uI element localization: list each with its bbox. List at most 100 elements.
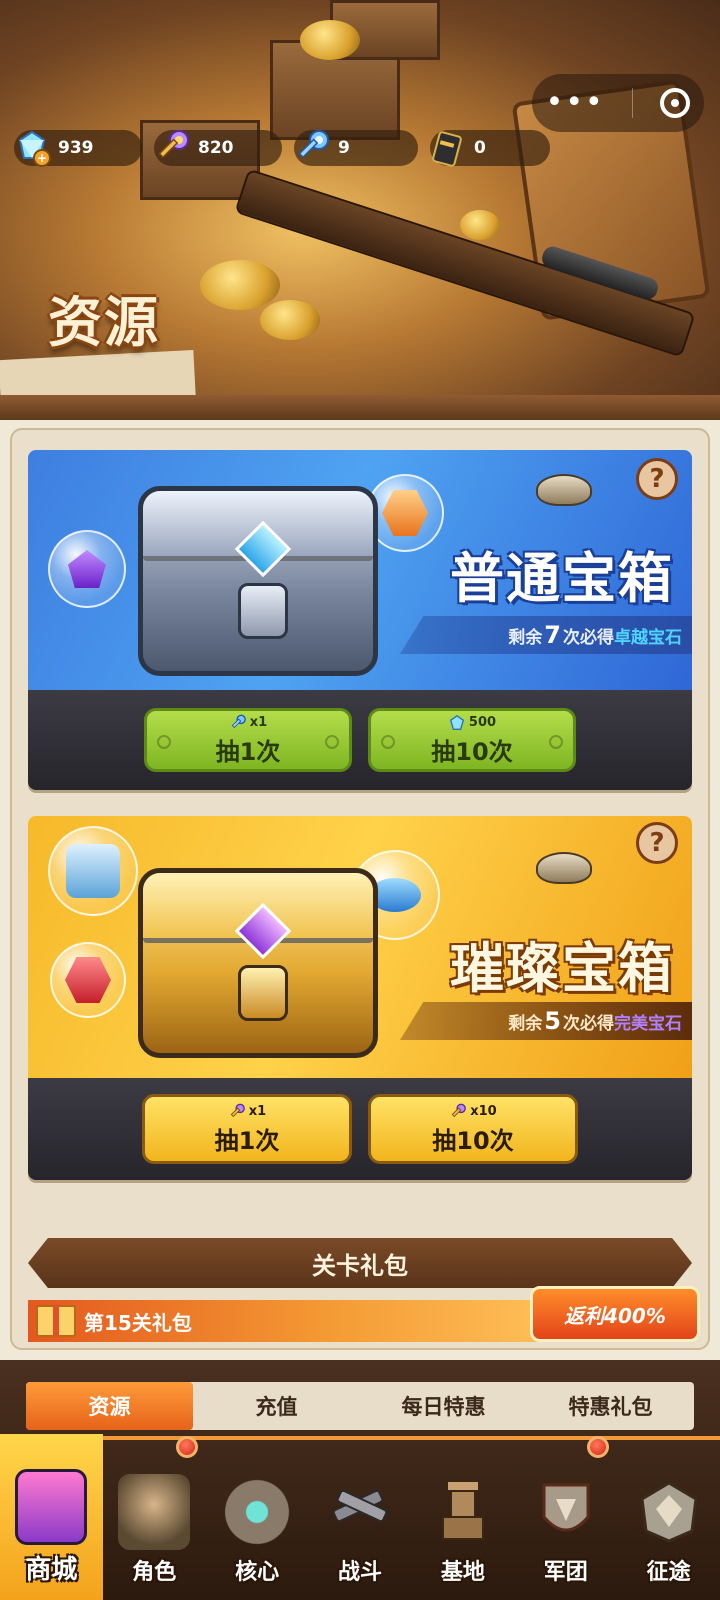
purple-gem-bubble: [48, 530, 126, 608]
draw-cost: x10: [449, 1103, 497, 1121]
nav-label: 征途: [646, 1560, 691, 1585]
guarantee-prize: 卓越宝石: [614, 627, 682, 648]
character-portrait-icon: [66, 844, 120, 898]
character-icon: [118, 1474, 191, 1550]
resource-value: 0: [474, 138, 486, 158]
nav-label: 核心: [235, 1560, 280, 1585]
svg-text:+: +: [37, 151, 47, 165]
guarantee-prize: 完美宝石: [614, 1013, 682, 1034]
draw-cost: x1: [229, 714, 267, 732]
nav-label: 军团: [543, 1560, 588, 1585]
tab-daily-deals[interactable]: 每日特惠: [360, 1382, 527, 1430]
nav-item-shop[interactable]: 商城: [0, 1434, 103, 1600]
banner-bottom-edge: [0, 395, 720, 420]
resource-banner: ••• + 939 820 9 0 资源: [0, 0, 720, 420]
notification-dot: [175, 1436, 198, 1458]
draw-button-row: x1 抽1次 500 抽10次: [28, 690, 692, 790]
tab-resources[interactable]: 资源: [26, 1382, 193, 1430]
notification-dot: [587, 1436, 610, 1458]
resource-bar: + 939 820 9 0: [14, 130, 562, 167]
purple-key-icon: [150, 126, 194, 170]
chest-card-brilliant: ? 璀璨宝箱 剩余 5 次必得 完美宝石 x1 抽1次 x10 抽10次: [28, 816, 692, 1180]
draw-button-row: x1 抽1次 x10 抽10次: [28, 1078, 692, 1180]
level-gift-label: 第15关礼包: [84, 1310, 192, 1335]
chest-art[interactable]: ? 璀璨宝箱 剩余 5 次必得 完美宝石: [28, 816, 692, 1078]
bottom-nav: 商城 角色 核心 战斗 基地 军团 征途: [0, 1434, 720, 1600]
guarantee-prefix: 剩余: [508, 1013, 543, 1034]
coin-pile: [260, 300, 320, 340]
resource-diamond[interactable]: + 939: [14, 130, 142, 167]
nav-item-journey[interactable]: 征途: [617, 1434, 720, 1600]
nav-item-battle[interactable]: 战斗: [309, 1434, 412, 1600]
diamond-icon: [449, 714, 465, 730]
emblem-icon: [536, 852, 592, 884]
more-dots-icon[interactable]: •••: [546, 88, 605, 118]
rebate-badge: 返利400%: [530, 1286, 700, 1342]
purple-key-icon: [230, 1103, 245, 1117]
resource-value: 939: [58, 138, 94, 158]
chest-name: 璀璨宝箱: [450, 937, 674, 1000]
draw-once-button[interactable]: x1 抽1次: [142, 1094, 352, 1164]
guarantee-prefix: 剩余: [508, 627, 543, 648]
mini-program-capsule: •••: [532, 74, 704, 132]
red-gem-icon: [65, 957, 111, 1003]
nav-item-core[interactable]: 核心: [206, 1434, 309, 1600]
guarantee-strip: 剩余 7 次必得 卓越宝石: [400, 616, 692, 654]
resource-value: 9: [338, 138, 350, 158]
help-icon[interactable]: ?: [636, 822, 678, 864]
draw-cost: x1: [228, 1103, 266, 1121]
draw-ten-button[interactable]: x10 抽10次: [368, 1094, 578, 1164]
nav-item-character[interactable]: 角色: [103, 1434, 206, 1600]
page-title: 资源: [48, 291, 160, 354]
draw-once-button[interactable]: x1 抽1次: [144, 708, 352, 772]
character-bubble: [48, 826, 138, 916]
blue-key-icon: [231, 714, 246, 728]
guarantee-strip: 剩余 5 次必得 完美宝石: [400, 1002, 692, 1040]
shop-icon: [15, 1469, 88, 1545]
chest-art[interactable]: ? 普通宝箱 剩余 7 次必得 卓越宝石: [28, 450, 692, 690]
button-nub: [325, 735, 339, 749]
draw-cost-value: x1: [249, 715, 268, 730]
button-nub: [157, 735, 171, 749]
level-gift-item[interactable]: 第15关礼包 返利400%: [28, 1286, 700, 1342]
blue-key-icon: [290, 126, 334, 170]
brilliant-chest-illustration: [138, 868, 378, 1058]
draw-cost: 500: [448, 714, 496, 732]
guarantee-count: 7: [544, 621, 561, 649]
nav-label: 战斗: [338, 1560, 383, 1585]
tab-recharge[interactable]: 充值: [193, 1382, 360, 1430]
coin-pile: [300, 20, 360, 60]
resource-purple-key[interactable]: 820: [154, 130, 282, 166]
guarantee-mid: 次必得: [563, 627, 614, 648]
emblem-icon: [536, 474, 592, 506]
draw-cost-value: x1: [248, 1104, 267, 1119]
nav-item-base[interactable]: 基地: [411, 1434, 514, 1600]
guarantee-mid: 次必得: [563, 1013, 614, 1034]
resource-card-pack[interactable]: 0: [430, 130, 550, 167]
draw-ten-button[interactable]: 500 抽10次: [368, 708, 576, 772]
shop-tabs: 资源 充值 每日特惠 特惠礼包: [26, 1382, 694, 1430]
nav-label: 角色: [132, 1560, 177, 1585]
button-nub: [549, 735, 563, 749]
purple-gem-icon: [68, 550, 106, 588]
draw-label: 抽10次: [431, 737, 513, 766]
diamond-plus-icon: +: [10, 126, 54, 170]
legion-shield-icon: [530, 1474, 602, 1550]
guarantee-count: 5: [544, 1007, 561, 1035]
gift-box-icon: [36, 1305, 76, 1337]
draw-cost-value: 500: [468, 715, 497, 730]
resource-blue-key[interactable]: 9: [294, 130, 418, 166]
target-icon[interactable]: [660, 88, 691, 118]
journey-badge-icon: [633, 1474, 705, 1550]
nav-label: 基地: [440, 1560, 485, 1585]
chest-name: 普通宝箱: [450, 547, 674, 610]
crossed-pistols-icon: [324, 1474, 396, 1550]
nav-item-legion[interactable]: 军团: [514, 1434, 617, 1600]
tab-special-packs[interactable]: 特惠礼包: [527, 1382, 694, 1430]
button-nub: [381, 735, 395, 749]
lock-icon: [238, 965, 288, 1021]
draw-cost-value: x10: [470, 1104, 497, 1119]
content-panel: ? 普通宝箱 剩余 7 次必得 卓越宝石 x1 抽1次 500 抽10次 ? 璀…: [0, 420, 720, 1360]
help-icon[interactable]: ?: [636, 458, 678, 500]
base-tower-icon: [427, 1474, 499, 1550]
